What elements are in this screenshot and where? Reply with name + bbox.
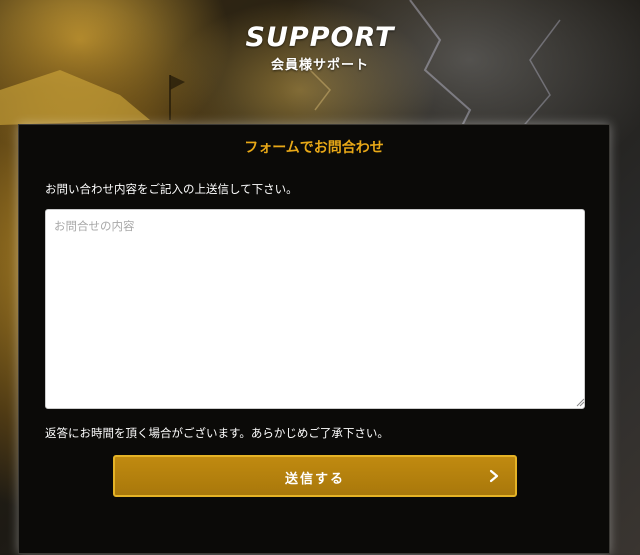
submit-button-label: 送信する <box>284 472 345 487</box>
contact-form-panel: フォームでお問合わせ お問い合わせ内容をご記入の上送信して下さい。 返答にお時間… <box>18 124 610 554</box>
resize-grip-icon[interactable] <box>575 397 585 407</box>
form-title: フォームでお問合わせ <box>244 140 384 156</box>
response-time-notice: 返答にお時間を頂く場合がございます。あらかじめご了承下さい。 <box>45 426 389 440</box>
submit-button[interactable]: 送信する <box>113 455 517 497</box>
support-logo: SUPPORT <box>245 22 395 53</box>
support-subtitle: 会員様サポート <box>270 58 369 73</box>
form-instruction: お問い合わせ内容をご記入の上送信して下さい。 <box>45 182 298 196</box>
chevron-right-icon <box>489 469 499 483</box>
inquiry-textarea[interactable] <box>45 209 585 409</box>
